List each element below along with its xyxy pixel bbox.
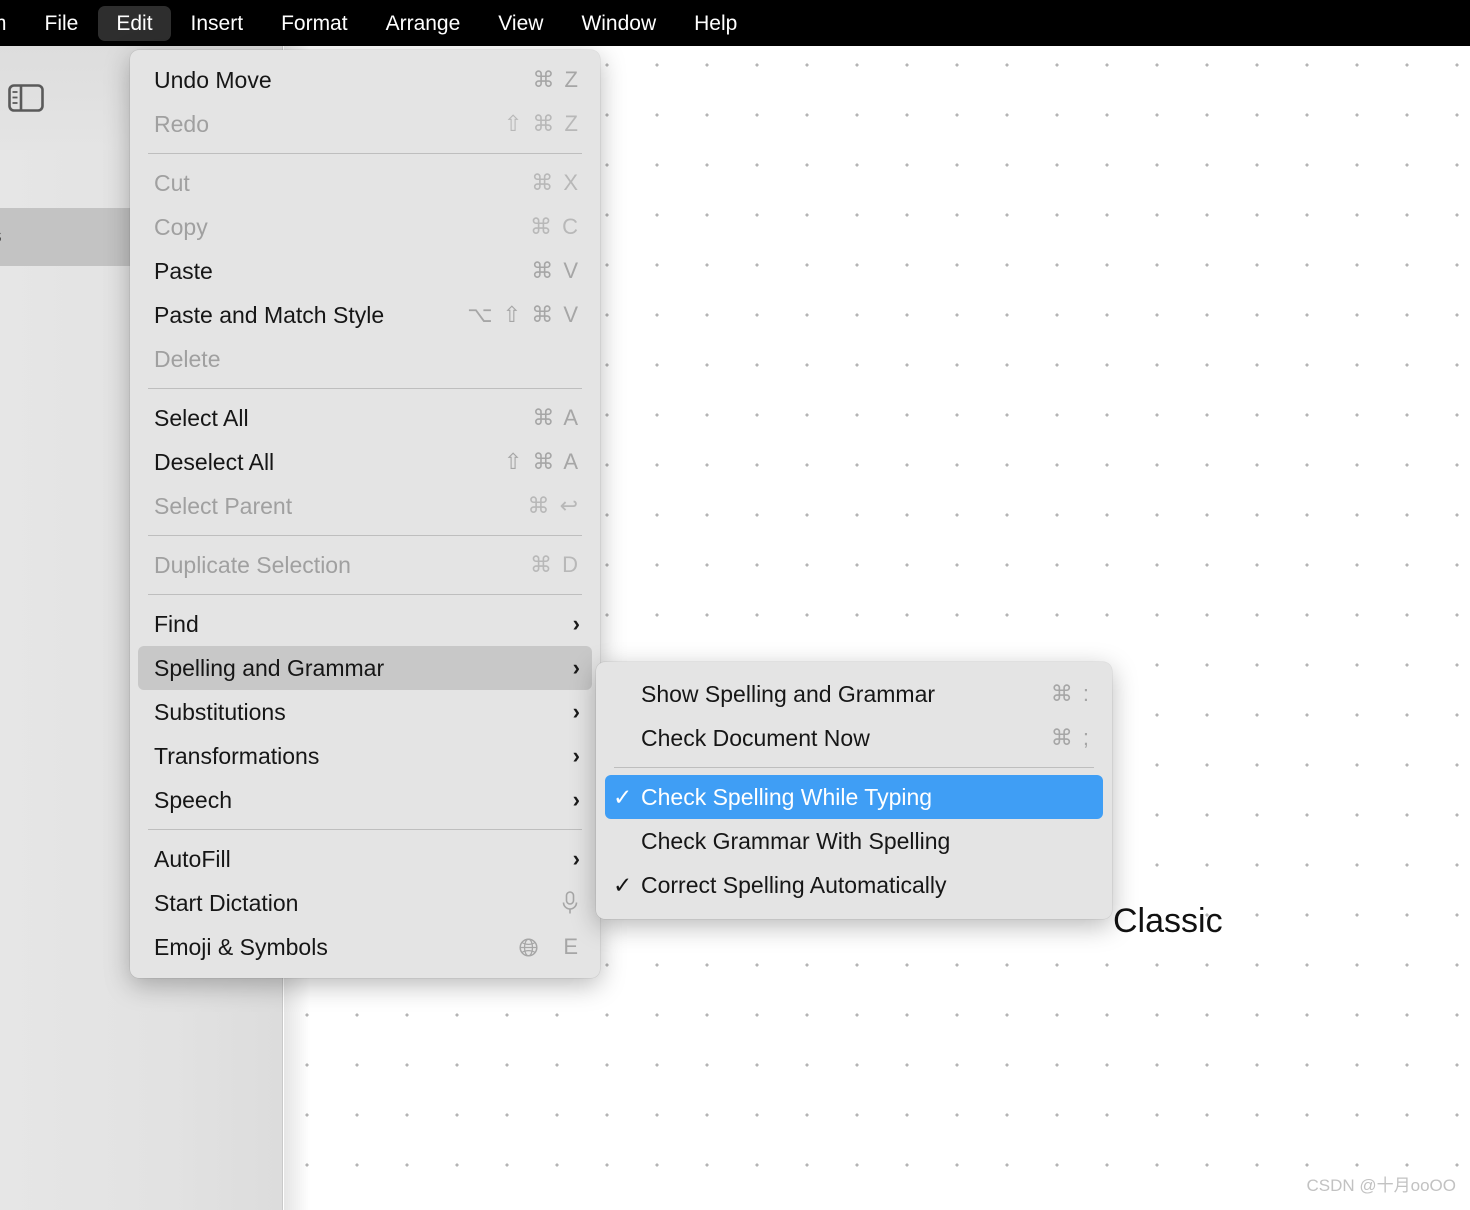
menu-item-label: Transformations — [154, 742, 320, 769]
menu-separator — [148, 535, 582, 536]
menu-item-label: Speech — [154, 786, 233, 813]
submenu-item-correct-spelling-automatically[interactable]: ✓ Correct Spelling Automatically — [605, 863, 1103, 907]
menu-item-copy: Copy ⌘ C — [138, 205, 592, 249]
submenu-item-check-document-now[interactable]: Check Document Now ⌘ ; — [605, 716, 1103, 760]
chevron-right-icon: › — [572, 611, 580, 636]
chevron-right-icon: › — [572, 787, 580, 812]
menu-item-label: Paste and Match Style — [154, 301, 385, 328]
menu-item-find[interactable]: Find › — [138, 602, 592, 646]
sidebar-toggle-icon[interactable] — [8, 84, 44, 112]
menu-item-substitutions[interactable]: Substitutions › — [138, 690, 592, 734]
spelling-and-grammar-submenu: Show Spelling and Grammar ⌘ : Check Docu… — [596, 662, 1112, 919]
submenu-item-check-grammar-with-spelling[interactable]: Check Grammar With Spelling — [605, 819, 1103, 863]
menu-item-shortcut: ⇧ ⌘ A — [503, 449, 580, 474]
menu-item-label: Redo — [154, 110, 209, 137]
menu-item-delete: Delete — [138, 337, 592, 381]
menu-item-label: Undo Move — [154, 66, 272, 93]
menu-item-label: Delete — [154, 345, 221, 372]
menu-item-redo: Redo ⇧ ⌘ Z — [138, 102, 592, 146]
menu-separator — [148, 388, 582, 389]
menu-item-label: Copy — [154, 213, 208, 240]
edit-menu-dropdown: Undo Move ⌘ Z Redo ⇧ ⌘ Z Cut ⌘ X Copy ⌘ … — [130, 50, 600, 978]
menu-item-undo-move[interactable]: Undo Move ⌘ Z — [138, 58, 592, 102]
menu-item-label: Cut — [154, 169, 190, 196]
globe-icon — [518, 937, 539, 958]
menu-item-deselect-all[interactable]: Deselect All ⇧ ⌘ A — [138, 440, 592, 484]
menu-item-label: Spelling and Grammar — [154, 654, 385, 681]
menubar-item-arrange[interactable]: Arrange — [368, 6, 479, 41]
submenu-item-shortcut: ⌘ : — [1050, 681, 1091, 706]
menu-item-label: Find — [154, 610, 199, 637]
chevron-right-icon: › — [572, 655, 580, 680]
menu-item-shortcut: ⌘ C — [530, 214, 580, 239]
submenu-item-label: Show Spelling and Grammar — [641, 680, 936, 707]
menu-item-shortcut: ⌘ V — [531, 258, 580, 283]
menubar-item-help[interactable]: Help — [676, 6, 755, 41]
menu-item-select-parent: Select Parent ⌘ ↩ — [138, 484, 592, 528]
sidebar-row-label: s — [0, 226, 2, 248]
menu-item-label: Start Dictation — [154, 889, 299, 916]
submenu-item-label: Check Grammar With Spelling — [641, 827, 951, 854]
menu-item-speech[interactable]: Speech › — [138, 778, 592, 822]
menu-item-label: Substitutions — [154, 698, 286, 725]
menu-item-shortcut: ⌘ ↩ — [527, 493, 580, 518]
menu-item-start-dictation[interactable]: Start Dictation — [138, 881, 592, 925]
menu-item-shortcut: E — [563, 934, 580, 959]
menu-item-label: Select All — [154, 404, 249, 431]
submenu-item-label: Correct Spelling Automatically — [641, 871, 947, 898]
menu-item-paste-and-match-style[interactable]: Paste and Match Style ⌥ ⇧ ⌘ V — [138, 293, 592, 337]
canvas-text-classic[interactable]: Classic — [1113, 902, 1223, 941]
menu-item-spelling-and-grammar[interactable]: Spelling and Grammar › — [138, 646, 592, 690]
menu-item-shortcut: ⌘ A — [532, 405, 580, 430]
menu-bar: rm File Edit Insert Format Arrange View … — [0, 0, 1470, 46]
menu-item-emoji-and-symbols[interactable]: Emoji & Symbols E — [138, 925, 592, 969]
menubar-item-insert[interactable]: Insert — [173, 6, 262, 41]
menu-item-duplicate-selection: Duplicate Selection ⌘ D — [138, 543, 592, 587]
menu-item-autofill[interactable]: AutoFill › — [138, 837, 592, 881]
menu-item-label: Emoji & Symbols — [154, 933, 328, 960]
submenu-item-label: Check Document Now — [641, 724, 870, 751]
menu-item-transformations[interactable]: Transformations › — [138, 734, 592, 778]
menu-item-shortcut: ⌥ ⇧ ⌘ V — [467, 302, 580, 327]
menu-separator — [148, 594, 582, 595]
submenu-item-check-spelling-while-typing[interactable]: ✓ Check Spelling While Typing — [605, 775, 1103, 819]
menubar-item-window[interactable]: Window — [563, 6, 674, 41]
menu-item-shortcut: ⌘ D — [530, 552, 580, 577]
chevron-right-icon: › — [572, 743, 580, 768]
submenu-item-label: Check Spelling While Typing — [641, 783, 933, 810]
chevron-right-icon: › — [572, 846, 580, 871]
menubar-item-view[interactable]: View — [480, 6, 561, 41]
watermark: CSDN @十月ooOO — [1306, 1176, 1456, 1195]
menu-separator — [148, 153, 582, 154]
menubar-item-file[interactable]: File — [27, 6, 97, 41]
menu-item-label: Select Parent — [154, 492, 293, 519]
checkmark-icon: ✓ — [613, 871, 633, 898]
checkmark-icon: ✓ — [613, 783, 633, 810]
menu-item-label: Deselect All — [154, 448, 275, 475]
menu-item-select-all[interactable]: Select All ⌘ A — [138, 396, 592, 440]
submenu-item-show-spelling-and-grammar[interactable]: Show Spelling and Grammar ⌘ : — [605, 672, 1103, 716]
microphone-icon — [560, 890, 580, 916]
menubar-item-rm[interactable]: rm — [0, 6, 25, 41]
menu-item-shortcut: ⌘ X — [531, 170, 580, 195]
chevron-right-icon: › — [572, 699, 580, 724]
menu-item-label: AutoFill — [154, 845, 231, 872]
menu-item-shortcut: ⇧ ⌘ Z — [503, 111, 580, 136]
menu-separator — [148, 829, 582, 830]
menubar-item-format[interactable]: Format — [263, 6, 366, 41]
submenu-item-shortcut: ⌘ ; — [1050, 725, 1091, 750]
menu-item-shortcut: ⌘ Z — [532, 67, 580, 92]
menu-separator — [614, 767, 1094, 768]
menu-item-cut: Cut ⌘ X — [138, 161, 592, 205]
menu-item-paste[interactable]: Paste ⌘ V — [138, 249, 592, 293]
menu-item-label: Duplicate Selection — [154, 551, 351, 578]
menubar-item-edit[interactable]: Edit — [98, 5, 171, 41]
menu-item-label: Paste — [154, 257, 213, 284]
